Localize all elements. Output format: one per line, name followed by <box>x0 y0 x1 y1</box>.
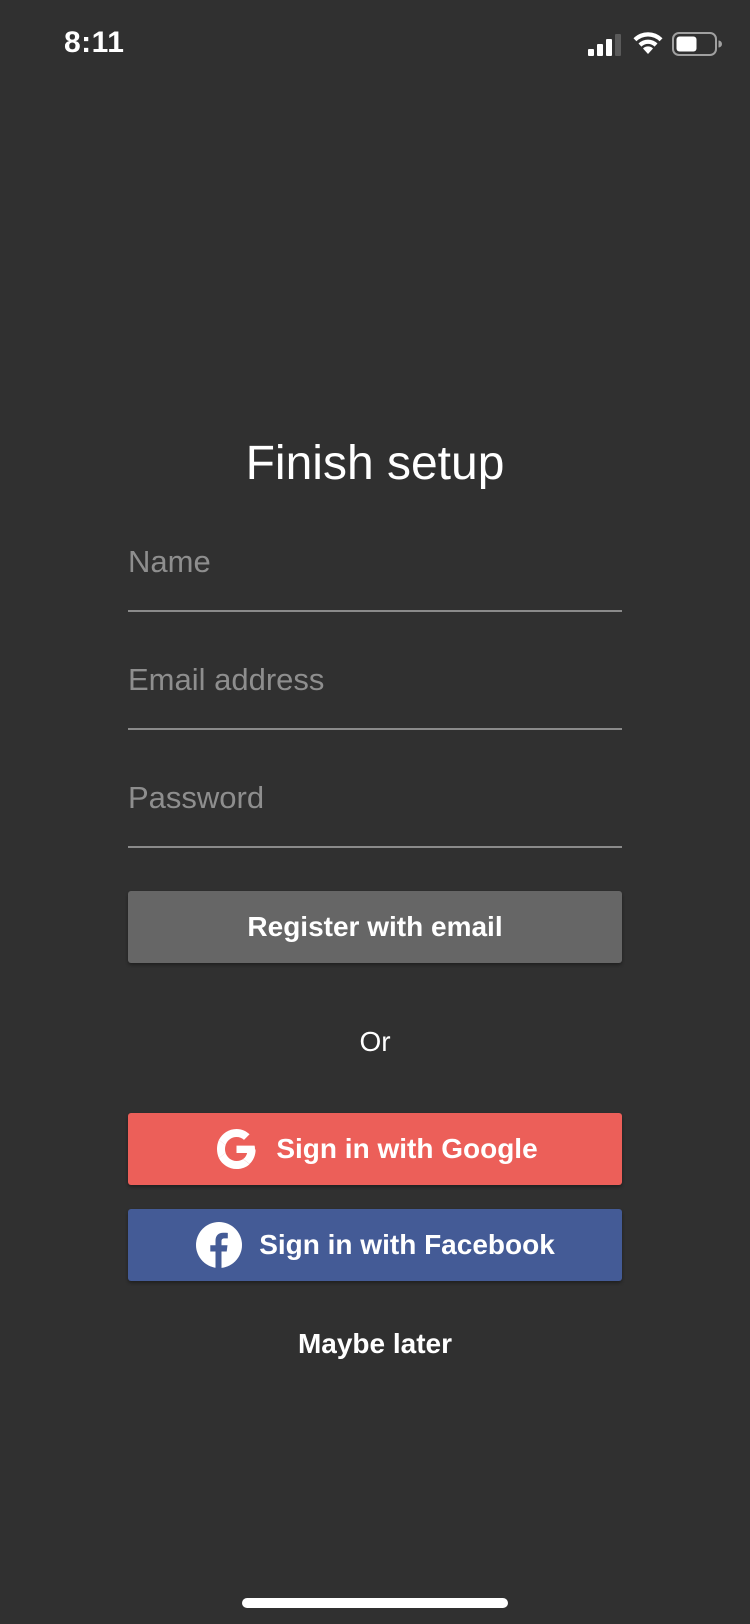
maybe-later-link[interactable]: Maybe later <box>275 1320 475 1368</box>
name-input[interactable] <box>128 532 622 592</box>
status-time: 8:11 <box>64 26 125 59</box>
facebook-icon <box>196 1222 243 1268</box>
home-indicator[interactable] <box>242 1598 508 1608</box>
register-button-label: Register with email <box>247 911 503 942</box>
or-divider-text: Or <box>359 1026 391 1057</box>
cellular-signal-icon <box>588 34 621 56</box>
password-field-container <box>128 768 622 848</box>
password-input[interactable] <box>128 768 622 828</box>
sign-in-with-facebook-button[interactable]: Sign in with Facebook <box>128 1209 622 1281</box>
facebook-button-label: Sign in with Facebook <box>259 1229 555 1260</box>
battery-icon <box>672 32 722 56</box>
email-field-container <box>128 650 622 730</box>
sign-in-with-google-button[interactable]: Sign in with Google <box>128 1113 622 1185</box>
google-icon <box>217 1129 256 1169</box>
wifi-icon <box>633 32 663 54</box>
status-bar: 8:11 <box>0 0 750 92</box>
name-field-container <box>128 532 622 612</box>
google-button-label: Sign in with Google <box>276 1133 538 1164</box>
page-title: Finish setup <box>245 437 505 490</box>
register-with-email-button[interactable]: Register with email <box>128 891 622 963</box>
email-input[interactable] <box>128 650 622 710</box>
